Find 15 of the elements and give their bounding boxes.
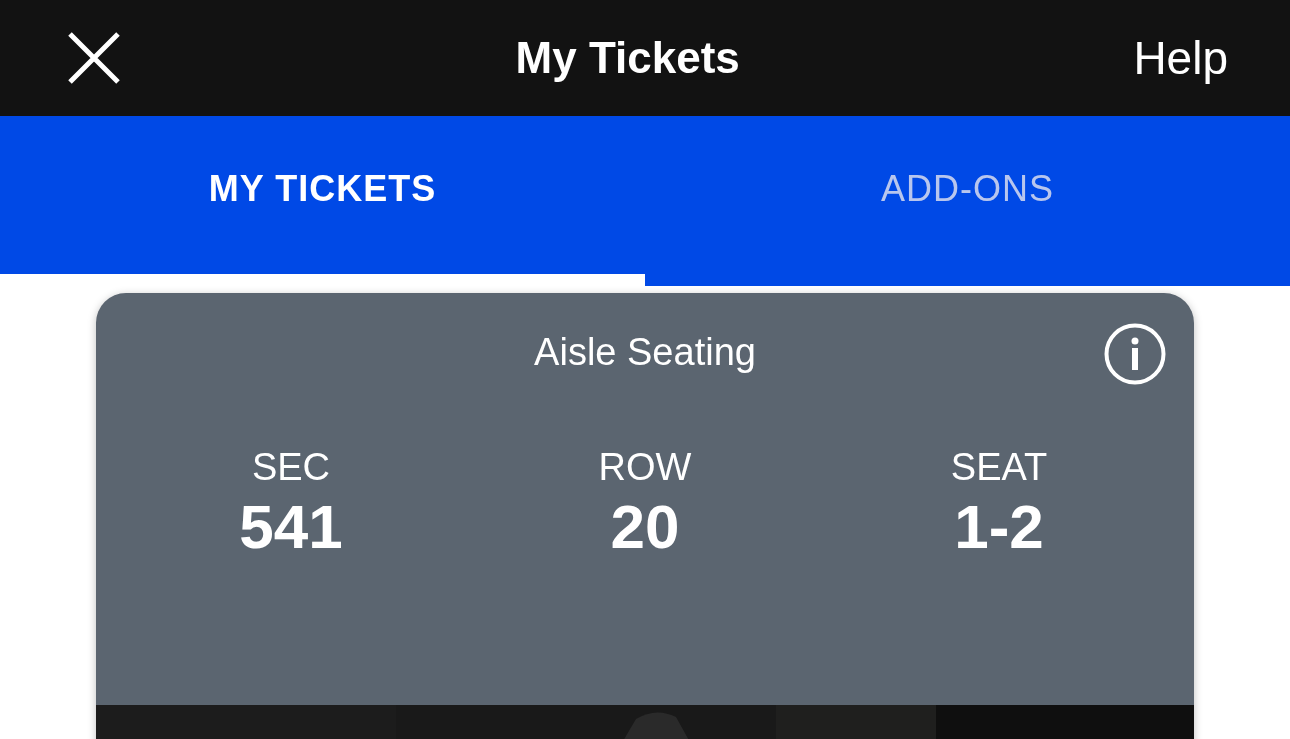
close-icon [66,30,122,86]
tab[interactable]: MY TICKETS [0,116,645,274]
seat-label: ROW [598,446,692,489]
seat-value: 541 [239,491,343,562]
page-title: My Tickets [515,33,740,83]
tab[interactable]: ADD-ONS [645,116,1290,286]
info-icon [1104,323,1166,385]
seat-label: SEC [251,446,331,489]
info-button[interactable] [1104,323,1166,385]
close-button[interactable] [66,30,122,86]
help-link[interactable]: Help [1133,31,1228,85]
seat-value: 20 [610,491,680,562]
seat-value: 1-2 [954,491,1044,562]
ticket-title: Aisle Seating [534,331,756,374]
seat-label: SEAT [950,446,1048,489]
